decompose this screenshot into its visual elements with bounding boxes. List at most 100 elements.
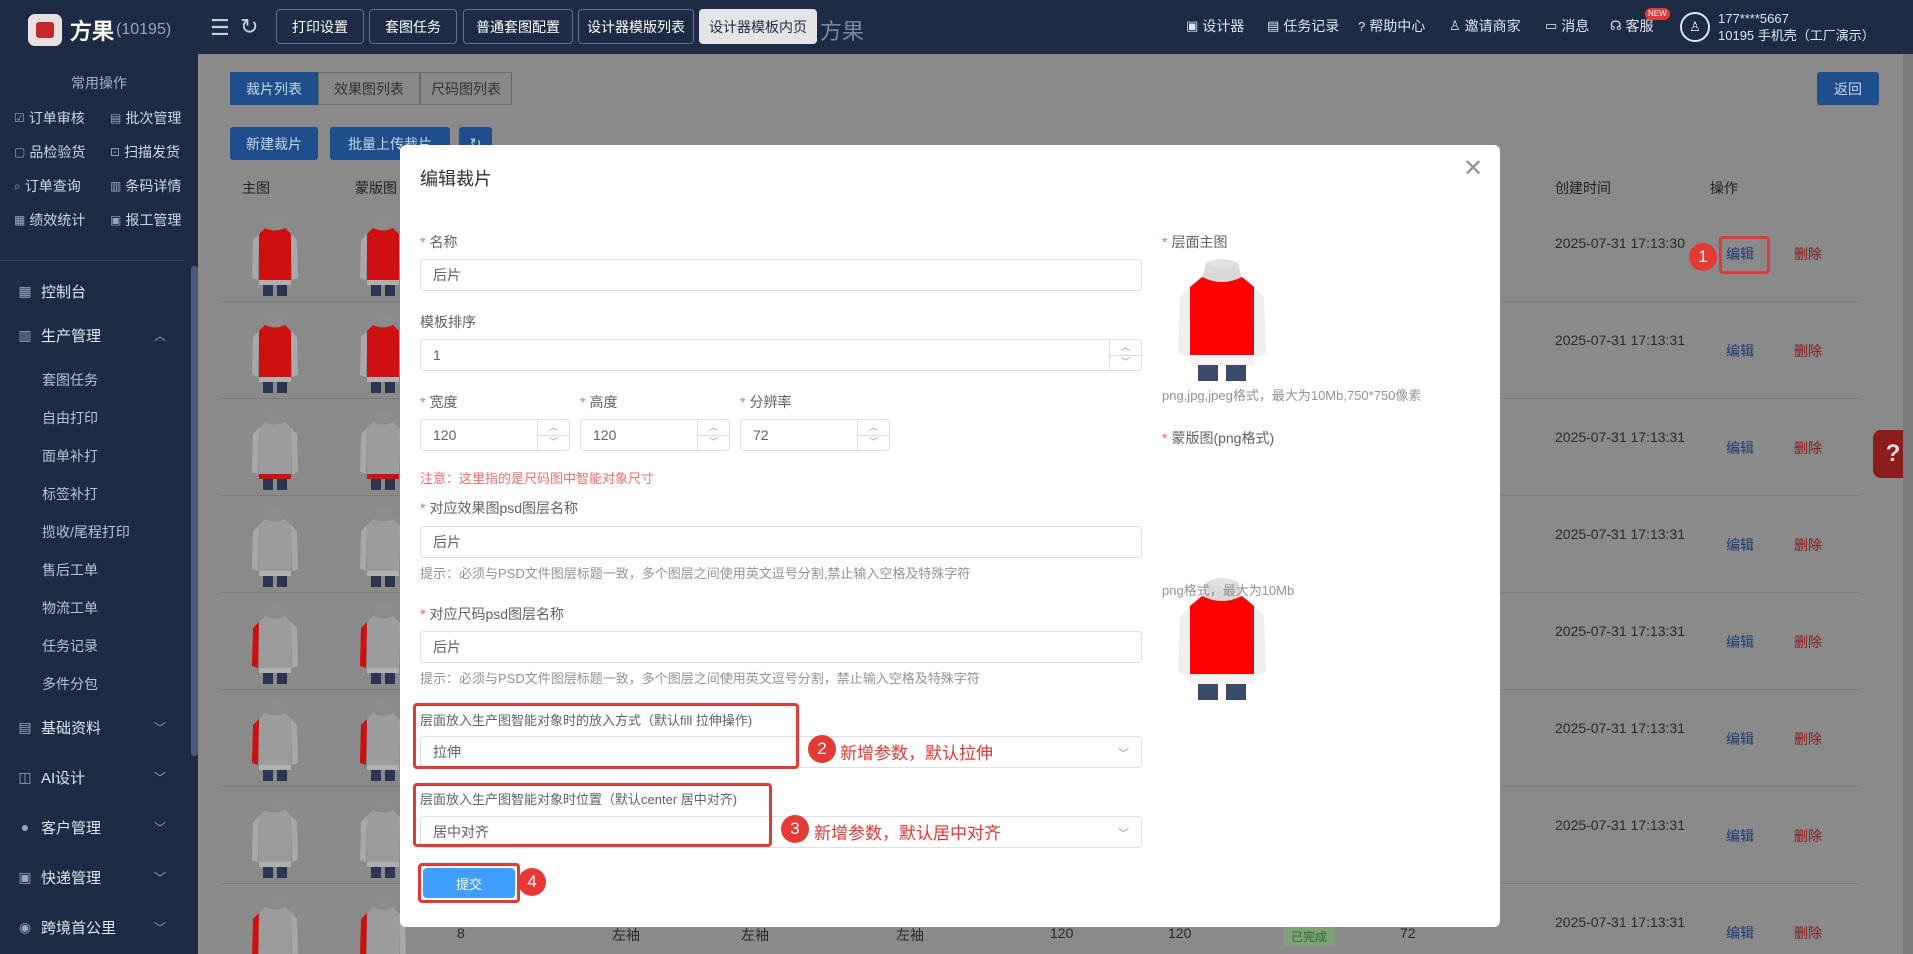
sidebar-divider	[0, 260, 184, 261]
annotation-number-4: 4	[518, 868, 546, 896]
quick-action-barcode[interactable]: ▥ 条码详情	[110, 176, 181, 196]
row-main-thumbnail[interactable]	[252, 701, 298, 781]
user-menu[interactable]: ♙ 177****5667 10195 手机壳（工厂演示）	[1680, 10, 1875, 44]
avatar: ♙	[1680, 12, 1710, 42]
quick-action-order-review[interactable]: ☑ 订单审核	[14, 108, 85, 128]
dpi-input[interactable]: 72 ︿ ﹀	[740, 419, 890, 451]
row-edit-link[interactable]: 编辑	[1726, 729, 1754, 749]
row-edit-link[interactable]: 编辑	[1726, 826, 1754, 846]
annotation-text-3: 新增参数，默认居中对齐	[814, 819, 1007, 844]
faded-page-title: 方果	[820, 19, 865, 44]
submenu-multi-package[interactable]: 多件分包	[42, 674, 98, 694]
row-main-thumbnail[interactable]	[252, 604, 298, 684]
topbar-task-record[interactable]: ▤ 任务记录	[1267, 16, 1339, 36]
scan-icon: ⊡	[110, 145, 121, 159]
menu-dashboard[interactable]: ▦ 控制台	[0, 267, 184, 315]
size-psd-input[interactable]: 后片	[420, 631, 1142, 663]
row-delete-link[interactable]: 删除	[1794, 923, 1822, 943]
headset-icon: ☊	[1610, 18, 1622, 33]
effect-psd-label: * 对应效果图psd图层名称	[420, 500, 579, 516]
row-delete-link[interactable]: 删除	[1794, 826, 1822, 846]
submenu-pickup-print[interactable]: 揽收/尾程打印	[42, 522, 130, 542]
row-delete-link[interactable]: 删除	[1794, 535, 1822, 555]
close-icon[interactable]: ✕	[1463, 157, 1483, 181]
chevron-up-icon: ︿	[858, 420, 889, 436]
tab-cut-list[interactable]: 裁片列表	[230, 72, 318, 105]
topbar-designer[interactable]: ▣ 设计器	[1186, 16, 1244, 36]
topbar-normal-set-config[interactable]: 普通套图配置	[463, 9, 573, 44]
tab-size-list[interactable]: 尺码图列表	[420, 72, 512, 105]
dpi-stepper[interactable]: ︿ ﹀	[857, 420, 889, 450]
topbar-designer-template-inner[interactable]: 设计器模板内页	[699, 9, 817, 44]
database-icon: ▤	[18, 718, 32, 735]
submenu-task-record[interactable]: 任务记录	[42, 636, 98, 656]
width-input[interactable]: 120 ︿ ﹀	[420, 419, 570, 451]
col-created: 创建时间	[1555, 180, 1611, 196]
menu-basic-data[interactable]: ▤ 基础资料 ﹀	[0, 703, 184, 751]
sort-input[interactable]: 1 ︿ ﹀	[420, 339, 1142, 371]
submenu-set-task[interactable]: 套图任务	[42, 370, 98, 390]
sidebar-scrollbar[interactable]	[191, 266, 198, 756]
menu-crossborder[interactable]: ◉ 跨境首公里 ﹀	[0, 903, 184, 951]
menu-customer[interactable]: ● 客户管理 ﹀	[0, 803, 184, 851]
quick-action-order-query[interactable]: ⌕ 订单查询	[14, 176, 81, 196]
effect-psd-input[interactable]: 后片	[420, 526, 1142, 558]
main-image-preview[interactable]	[1176, 257, 1913, 381]
row-main-thumbnail[interactable]	[252, 895, 298, 954]
row-main-thumbnail[interactable]	[252, 313, 298, 393]
topbar-print-settings[interactable]: 打印设置	[276, 9, 364, 44]
topbar-invite[interactable]: ♙ 邀请商家	[1449, 16, 1521, 36]
last-row-name: 左袖	[612, 927, 640, 943]
row-delete-link[interactable]: 删除	[1794, 438, 1822, 458]
menu-ai-design[interactable]: ◫ AI设计 ﹀	[0, 753, 184, 801]
quick-action-performance[interactable]: ▦ 绩效统计	[14, 210, 85, 230]
row-main-thumbnail[interactable]	[252, 216, 298, 296]
chevron-down-icon: ﹀	[153, 870, 166, 885]
topbar-set-task[interactable]: 套图任务	[369, 9, 457, 44]
page-scrollbar[interactable]	[1903, 54, 1913, 954]
row-edit-link[interactable]: 编辑	[1726, 923, 1754, 943]
last-row-sort: 8	[457, 925, 465, 941]
app-logo[interactable]: 方果 (10195)	[28, 14, 171, 46]
menu-production[interactable]: ▥ 生产管理 ︿	[0, 311, 184, 359]
back-button[interactable]: 返回	[1817, 72, 1879, 105]
quick-action-report[interactable]: ▣ 报工管理	[110, 210, 181, 230]
menu-toggle-icon[interactable]: ☰	[210, 15, 230, 41]
row-created-time: 2025-07-31 17:13:3​1	[1555, 526, 1685, 542]
tab-effect-list[interactable]: 效果图列表	[318, 72, 420, 105]
sort-stepper[interactable]: ︿ ﹀	[1109, 340, 1141, 370]
annotation-box-4	[418, 863, 520, 903]
chart-icon: ▦	[14, 213, 26, 227]
submenu-label-reprint[interactable]: 标签补打	[42, 484, 98, 504]
topbar-designer-template-list[interactable]: 设计器模版列表	[578, 9, 694, 44]
express-icon: ▣	[18, 868, 32, 885]
quick-action-scan-ship[interactable]: ⊡ 扫描发货	[110, 142, 180, 162]
quick-action-inspection[interactable]: ▢ 品检验货	[14, 142, 85, 162]
new-cut-button[interactable]: 新建裁片	[230, 127, 318, 160]
height-stepper[interactable]: ︿ ﹀	[697, 420, 729, 450]
chevron-down-icon: ﹀	[868, 437, 878, 448]
image-icon: ▣	[1186, 18, 1199, 33]
topbar-messages[interactable]: ▭ 消息	[1545, 16, 1589, 36]
logo-icon	[28, 14, 62, 46]
submenu-aftersale[interactable]: 售后工单	[42, 560, 98, 580]
submenu-logistics[interactable]: 物流工单	[42, 598, 98, 618]
row-main-thumbnail[interactable]	[252, 798, 298, 878]
row-edit-link[interactable]: 编辑	[1726, 438, 1754, 458]
barcode-icon: ▥	[110, 179, 122, 193]
width-stepper[interactable]: ︿ ﹀	[537, 420, 569, 450]
row-main-thumbnail[interactable]	[252, 410, 298, 490]
submenu-waybill-reprint[interactable]: 面单补打	[42, 446, 98, 466]
height-input[interactable]: 120 ︿ ﹀	[580, 419, 730, 451]
menu-express[interactable]: ▣ 快递管理 ﹀	[0, 853, 184, 901]
row-main-thumbnail[interactable]	[252, 507, 298, 587]
row-delete-link[interactable]: 删除	[1794, 729, 1822, 749]
submenu-free-print[interactable]: 自由打印	[42, 408, 98, 428]
chevron-up-icon: ︿	[153, 328, 166, 343]
quick-action-batch[interactable]: ▤ 批次管理	[110, 108, 181, 128]
refresh-icon[interactable]: ↻	[240, 14, 258, 40]
row-edit-link[interactable]: 编辑	[1726, 535, 1754, 555]
dialog-title: 编辑裁片	[420, 169, 492, 189]
topbar-help-center[interactable]: ? 帮助中心	[1358, 16, 1425, 36]
name-input[interactable]: 后片	[420, 259, 1142, 291]
